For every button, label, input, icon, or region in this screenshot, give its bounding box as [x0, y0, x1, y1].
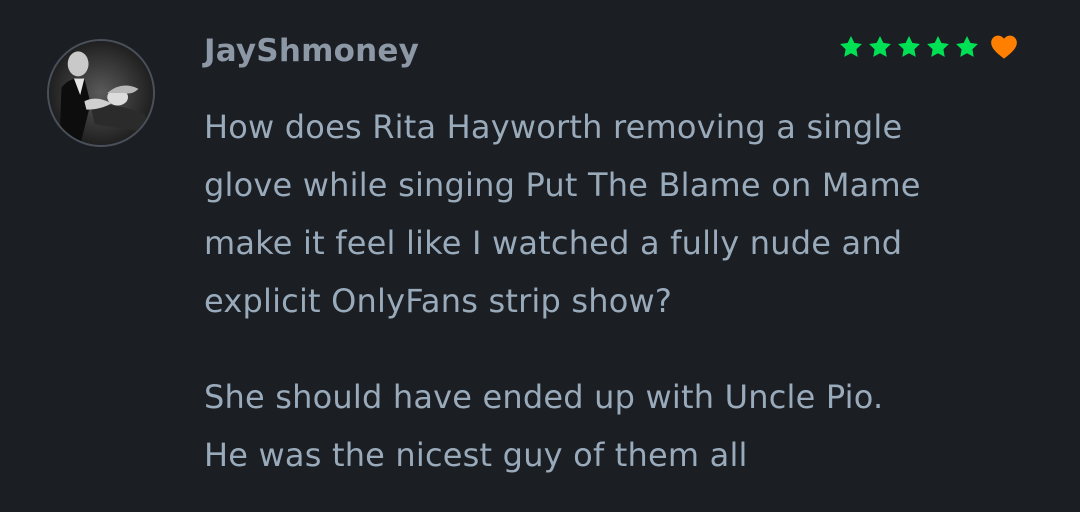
review-paragraph: How does Rita Hayworth removing a single…: [204, 98, 1054, 330]
review-author-username[interactable]: JayShmoney: [204, 29, 419, 73]
user-avatar[interactable]: [47, 39, 155, 147]
review-text-line: She should have ended up with Uncle Pio.: [204, 378, 884, 416]
review-body: How does Rita Hayworth removing a single…: [204, 98, 1054, 512]
rating-stars: [838, 31, 1018, 63]
review-text-line: He was the nicest guy of them all: [204, 436, 748, 474]
review-text-line: How does Rita Hayworth removing a single: [204, 108, 903, 146]
star-icon: [867, 34, 893, 60]
review-text-line: make it feel like I watched a fully nude…: [204, 224, 903, 262]
star-icon: [954, 34, 980, 60]
avatar-photo-icon: [49, 41, 153, 145]
review-card: JayShmoney How does Rita Hayworth removi…: [0, 0, 1080, 512]
review-text-line: glove while singing Put The Blame on Mam…: [204, 166, 921, 204]
review-text-line: explicit OnlyFans strip show?: [204, 282, 673, 320]
review-paragraph: She should have ended up with Uncle Pio.…: [204, 368, 1054, 484]
heart-icon: [990, 34, 1018, 60]
star-icon: [896, 34, 922, 60]
star-icon: [838, 34, 864, 60]
star-icon: [925, 34, 951, 60]
